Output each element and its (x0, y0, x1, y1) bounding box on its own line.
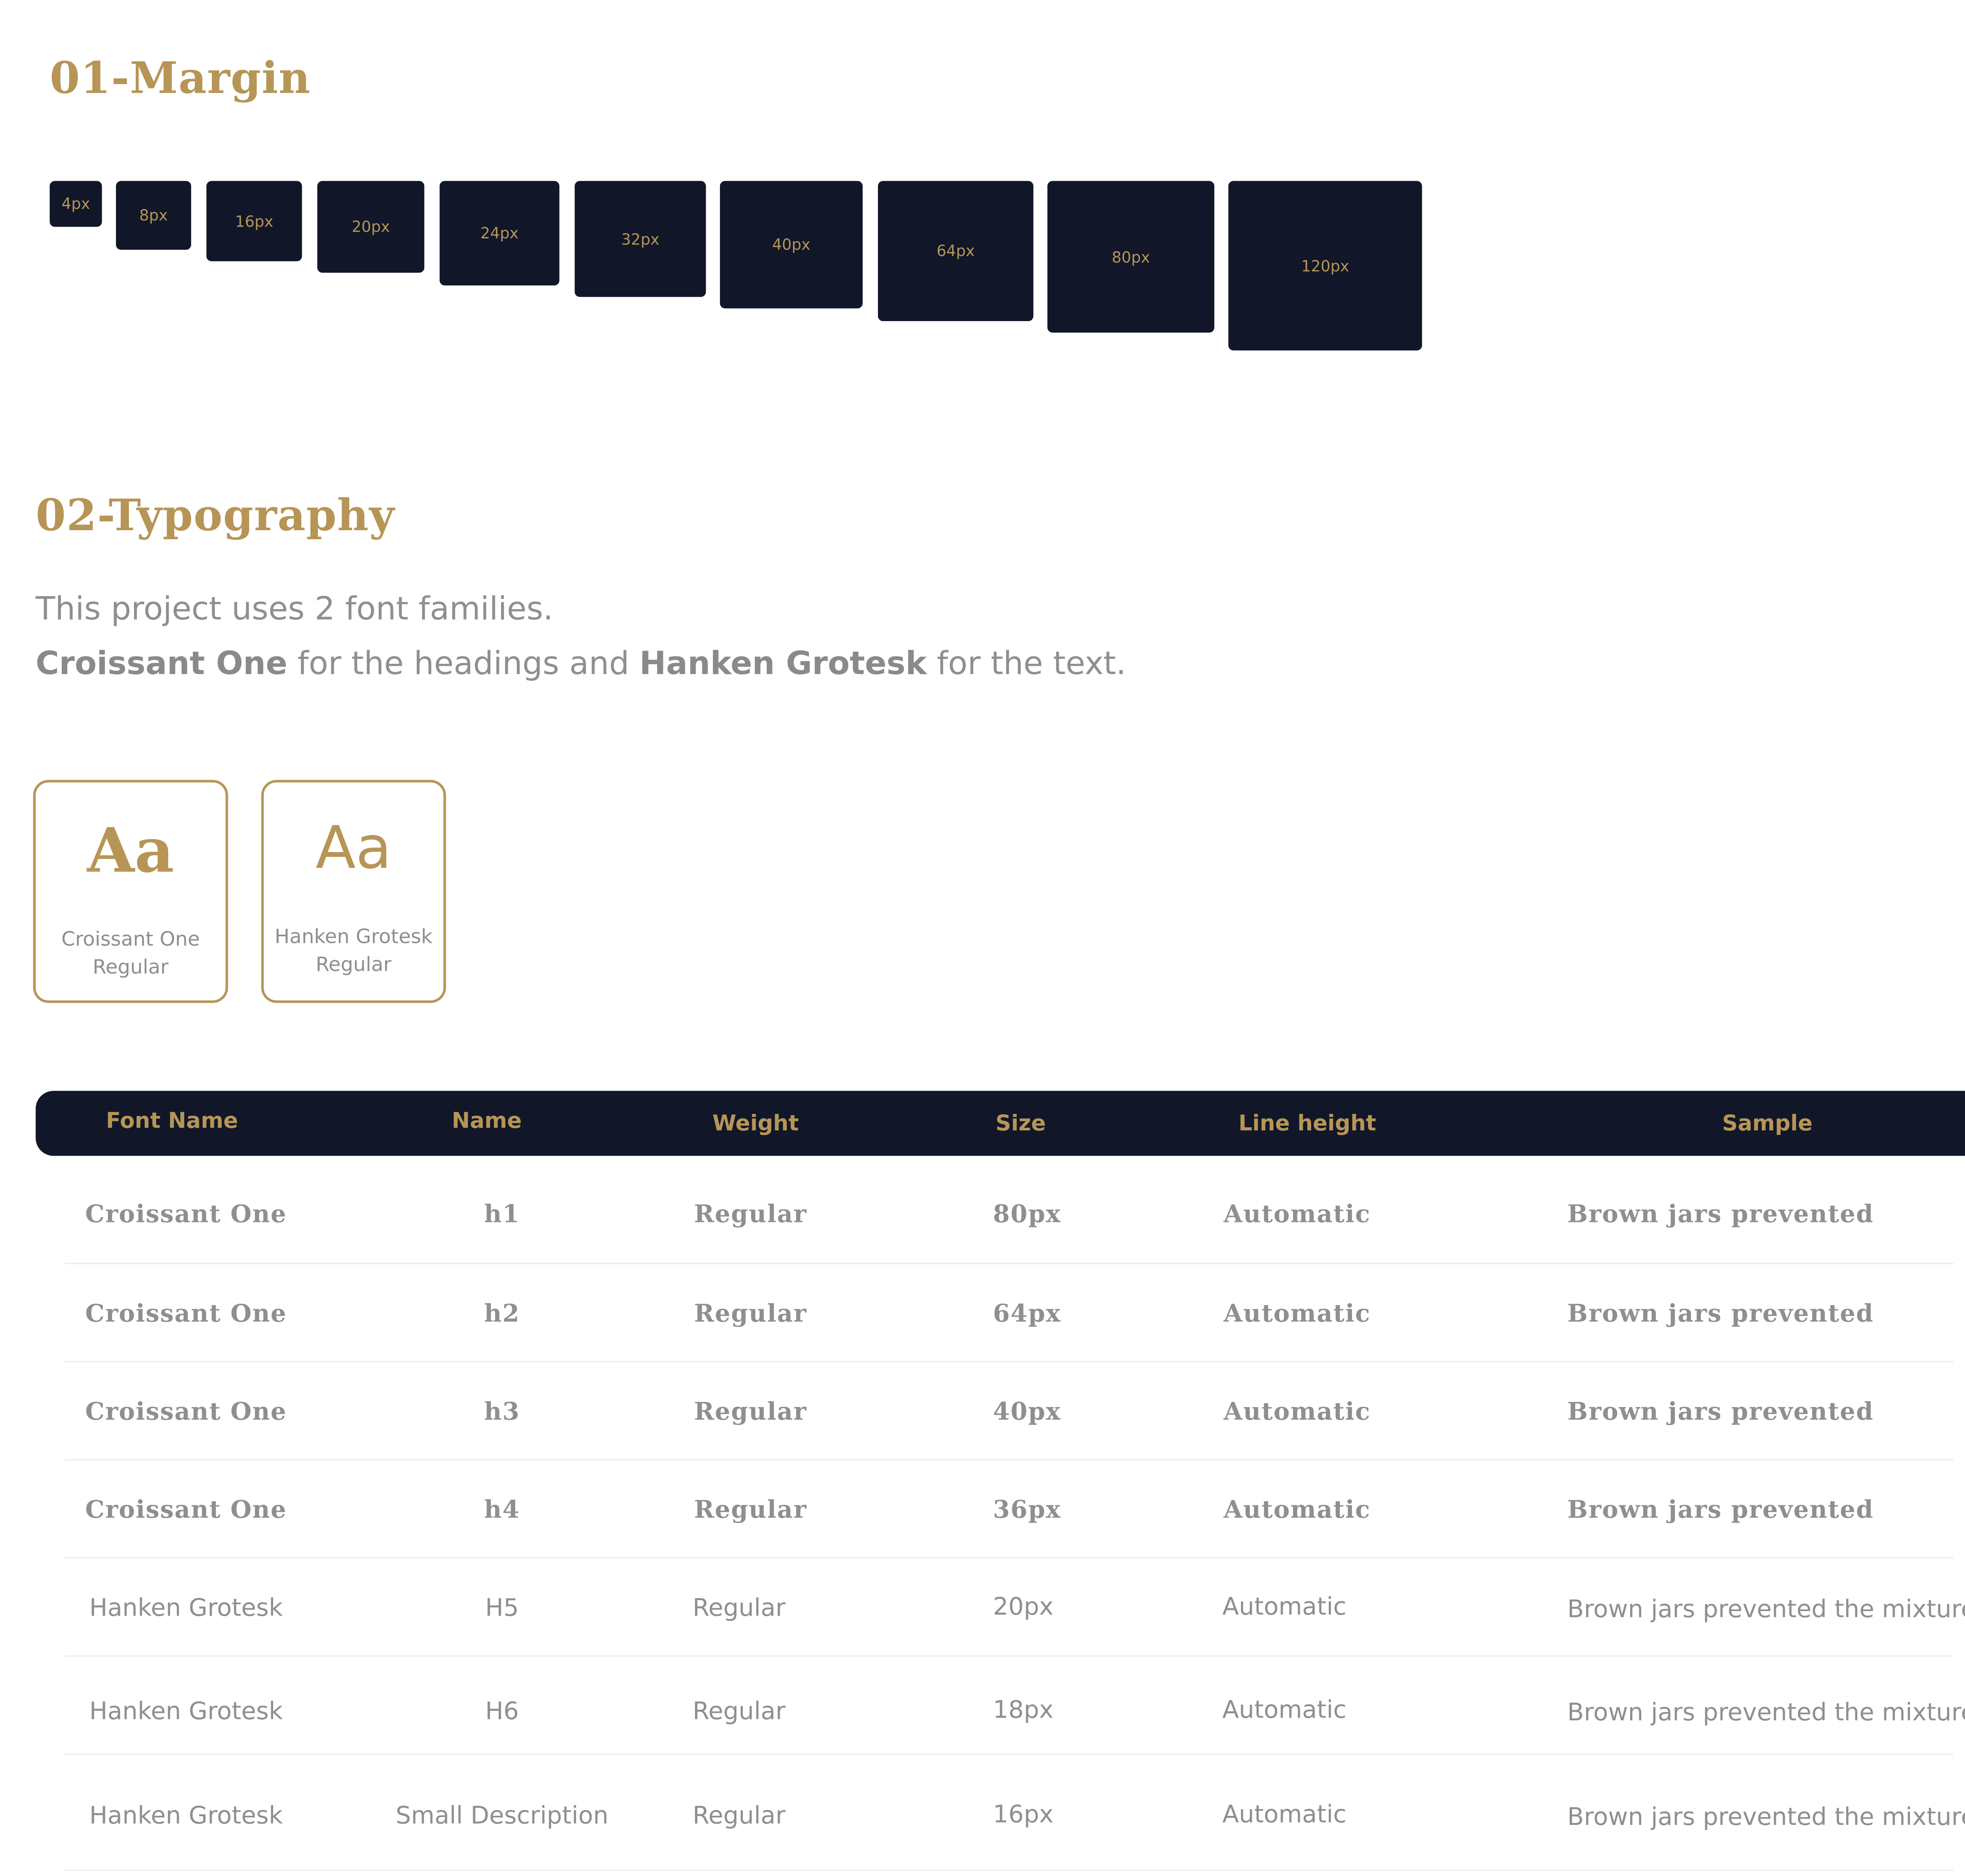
cell-sample: Brown jars prevented the mixture (1567, 1803, 1965, 1832)
cell-font-name: Hanken Grotesk (89, 1802, 283, 1830)
swatch-label: 4px (61, 195, 90, 213)
column-header-sample: Sample (1722, 1111, 1813, 1137)
swatch-label: 8px (139, 206, 168, 224)
cell-line-height: Automatic (1222, 1696, 1347, 1724)
column-header-font-name: Font Name (106, 1108, 238, 1134)
cell-line-height: Automatic (1223, 1496, 1371, 1524)
margin-section-title: 01-Margin (50, 53, 311, 105)
font-sample-glyph: Aa (316, 813, 392, 882)
table-row: Croissant One h4 Regular 36px Automatic … (65, 1461, 1954, 1559)
heading-font-name: Croissant One (35, 645, 288, 682)
typography-intro-line-1: This project uses 2 font families. (35, 590, 553, 627)
cell-weight: Regular (694, 1398, 807, 1426)
cell-name: Small Description (395, 1802, 609, 1830)
margin-swatch-4px: 4px (50, 181, 102, 227)
cell-size: 36px (993, 1496, 1061, 1524)
cell-weight: Regular (694, 1200, 807, 1229)
swatch-label: 24px (480, 224, 519, 243)
cell-name: h3 (484, 1398, 520, 1426)
swatch-label: 64px (937, 242, 975, 260)
cell-size: 18px (993, 1696, 1054, 1724)
cell-sample: Brown jars prevented (1567, 1200, 1874, 1229)
cell-name: h1 (484, 1200, 520, 1229)
cell-font-name: Hanken Grotesk (89, 1594, 283, 1622)
cell-font-name: Croissant One (85, 1398, 287, 1426)
cell-font-name: Croissant One (85, 1200, 287, 1229)
column-header-size: Size (995, 1111, 1046, 1137)
cell-font-name: Hanken Grotesk (89, 1697, 283, 1726)
cell-sample: Brown jars prevented (1567, 1398, 1874, 1426)
cell-name: H6 (485, 1697, 519, 1726)
cell-size: 16px (993, 1801, 1054, 1829)
body-font-name: Hanken Grotesk (639, 645, 927, 682)
cell-line-height: Automatic (1223, 1398, 1371, 1426)
cell-line-height: Automatic (1223, 1300, 1371, 1328)
cell-sample: Brown jars prevented (1567, 1300, 1874, 1328)
cell-size: 80px (993, 1200, 1061, 1229)
cell-name: H5 (485, 1594, 519, 1622)
cell-sample: Brown jars prevented (1567, 1496, 1874, 1524)
swatch-label: 80px (1111, 248, 1150, 266)
style-guide-page: 01-Margin 4px 8px 16px 20px 24px 32px 40… (0, 0, 1965, 1876)
margin-swatch-8px: 8px (116, 181, 191, 250)
margin-swatch-16px: 16px (206, 181, 302, 261)
font-card-name: Croissant One (61, 928, 200, 951)
margin-swatch-80px: 80px (1047, 181, 1214, 333)
margin-swatch-32px: 32px (575, 181, 706, 297)
table-row: Croissant One h1 Regular 80px Automatic … (65, 1156, 1954, 1264)
intro-ending-text: for the text. (926, 645, 1126, 682)
cell-line-height: Automatic (1222, 1593, 1347, 1621)
cell-weight: Regular (694, 1496, 807, 1524)
cell-font-name: Croissant One (85, 1496, 287, 1524)
swatch-label: 16px (235, 212, 274, 230)
column-header-line-height: Line height (1238, 1111, 1376, 1137)
table-row: Croissant One h2 Regular 64px Automatic … (65, 1264, 1954, 1363)
cell-size: 20px (993, 1593, 1054, 1621)
cell-weight: Regular (692, 1802, 786, 1830)
column-header-name: Name (452, 1108, 522, 1134)
font-card-style: Regular (92, 955, 169, 979)
cell-sample: Brown jars prevented the mixture (1567, 1595, 1965, 1624)
margin-swatch-64px: 64px (878, 181, 1034, 322)
typography-table-header: Font Name Name Weight Size Line height S… (35, 1091, 1965, 1156)
font-card-croissant-one: Aa Croissant One Regular (33, 780, 228, 1003)
cell-font-name: Croissant One (85, 1300, 287, 1328)
cell-size: 40px (993, 1398, 1061, 1426)
table-row: Croissant One h3 Regular 40px Automatic … (65, 1362, 1954, 1461)
font-card-label: Hanken Grotesk Regular (264, 922, 443, 979)
font-card-hanken-grotesk: Aa Hanken Grotesk Regular (261, 780, 446, 1003)
swatch-label: 32px (621, 230, 659, 248)
intro-connector-text: for the headings and (287, 645, 639, 682)
font-card-label: Croissant One Regular (36, 925, 226, 981)
swatch-label: 20px (351, 218, 390, 236)
cell-line-height: Automatic (1223, 1200, 1371, 1229)
column-header-weight: Weight (712, 1111, 799, 1137)
cell-sample: Brown jars prevented the mixture (1567, 1698, 1965, 1727)
font-sample-glyph: Aa (87, 816, 174, 887)
table-row: Hanken Grotesk Small Description Regular… (65, 1755, 1965, 1871)
swatch-label: 120px (1301, 257, 1349, 275)
typography-intro-line-2: Croissant One for the headings and Hanke… (36, 645, 1126, 682)
cell-size: 64px (993, 1300, 1061, 1328)
typography-section-title: 02-Typography (35, 491, 395, 542)
margin-swatch-120px: 120px (1228, 181, 1422, 351)
margin-swatch-20px: 20px (317, 181, 424, 273)
cell-line-height: Automatic (1222, 1801, 1347, 1829)
cell-weight: Regular (692, 1697, 786, 1726)
font-card-name: Hanken Grotesk (274, 925, 433, 948)
cell-name: h2 (484, 1300, 520, 1328)
table-row: Hanken Grotesk H6 Regular 18px Automatic… (65, 1657, 1965, 1755)
swatch-label: 40px (772, 235, 811, 254)
table-row: Hanken Grotesk H5 Regular 20px Automatic… (65, 1558, 1965, 1657)
margin-swatch-40px: 40px (720, 181, 863, 309)
cell-name: h4 (484, 1496, 520, 1524)
cell-weight: Regular (694, 1300, 807, 1328)
font-card-style: Regular (316, 953, 392, 976)
cell-weight: Regular (692, 1594, 786, 1622)
margin-swatch-24px: 24px (439, 181, 560, 286)
